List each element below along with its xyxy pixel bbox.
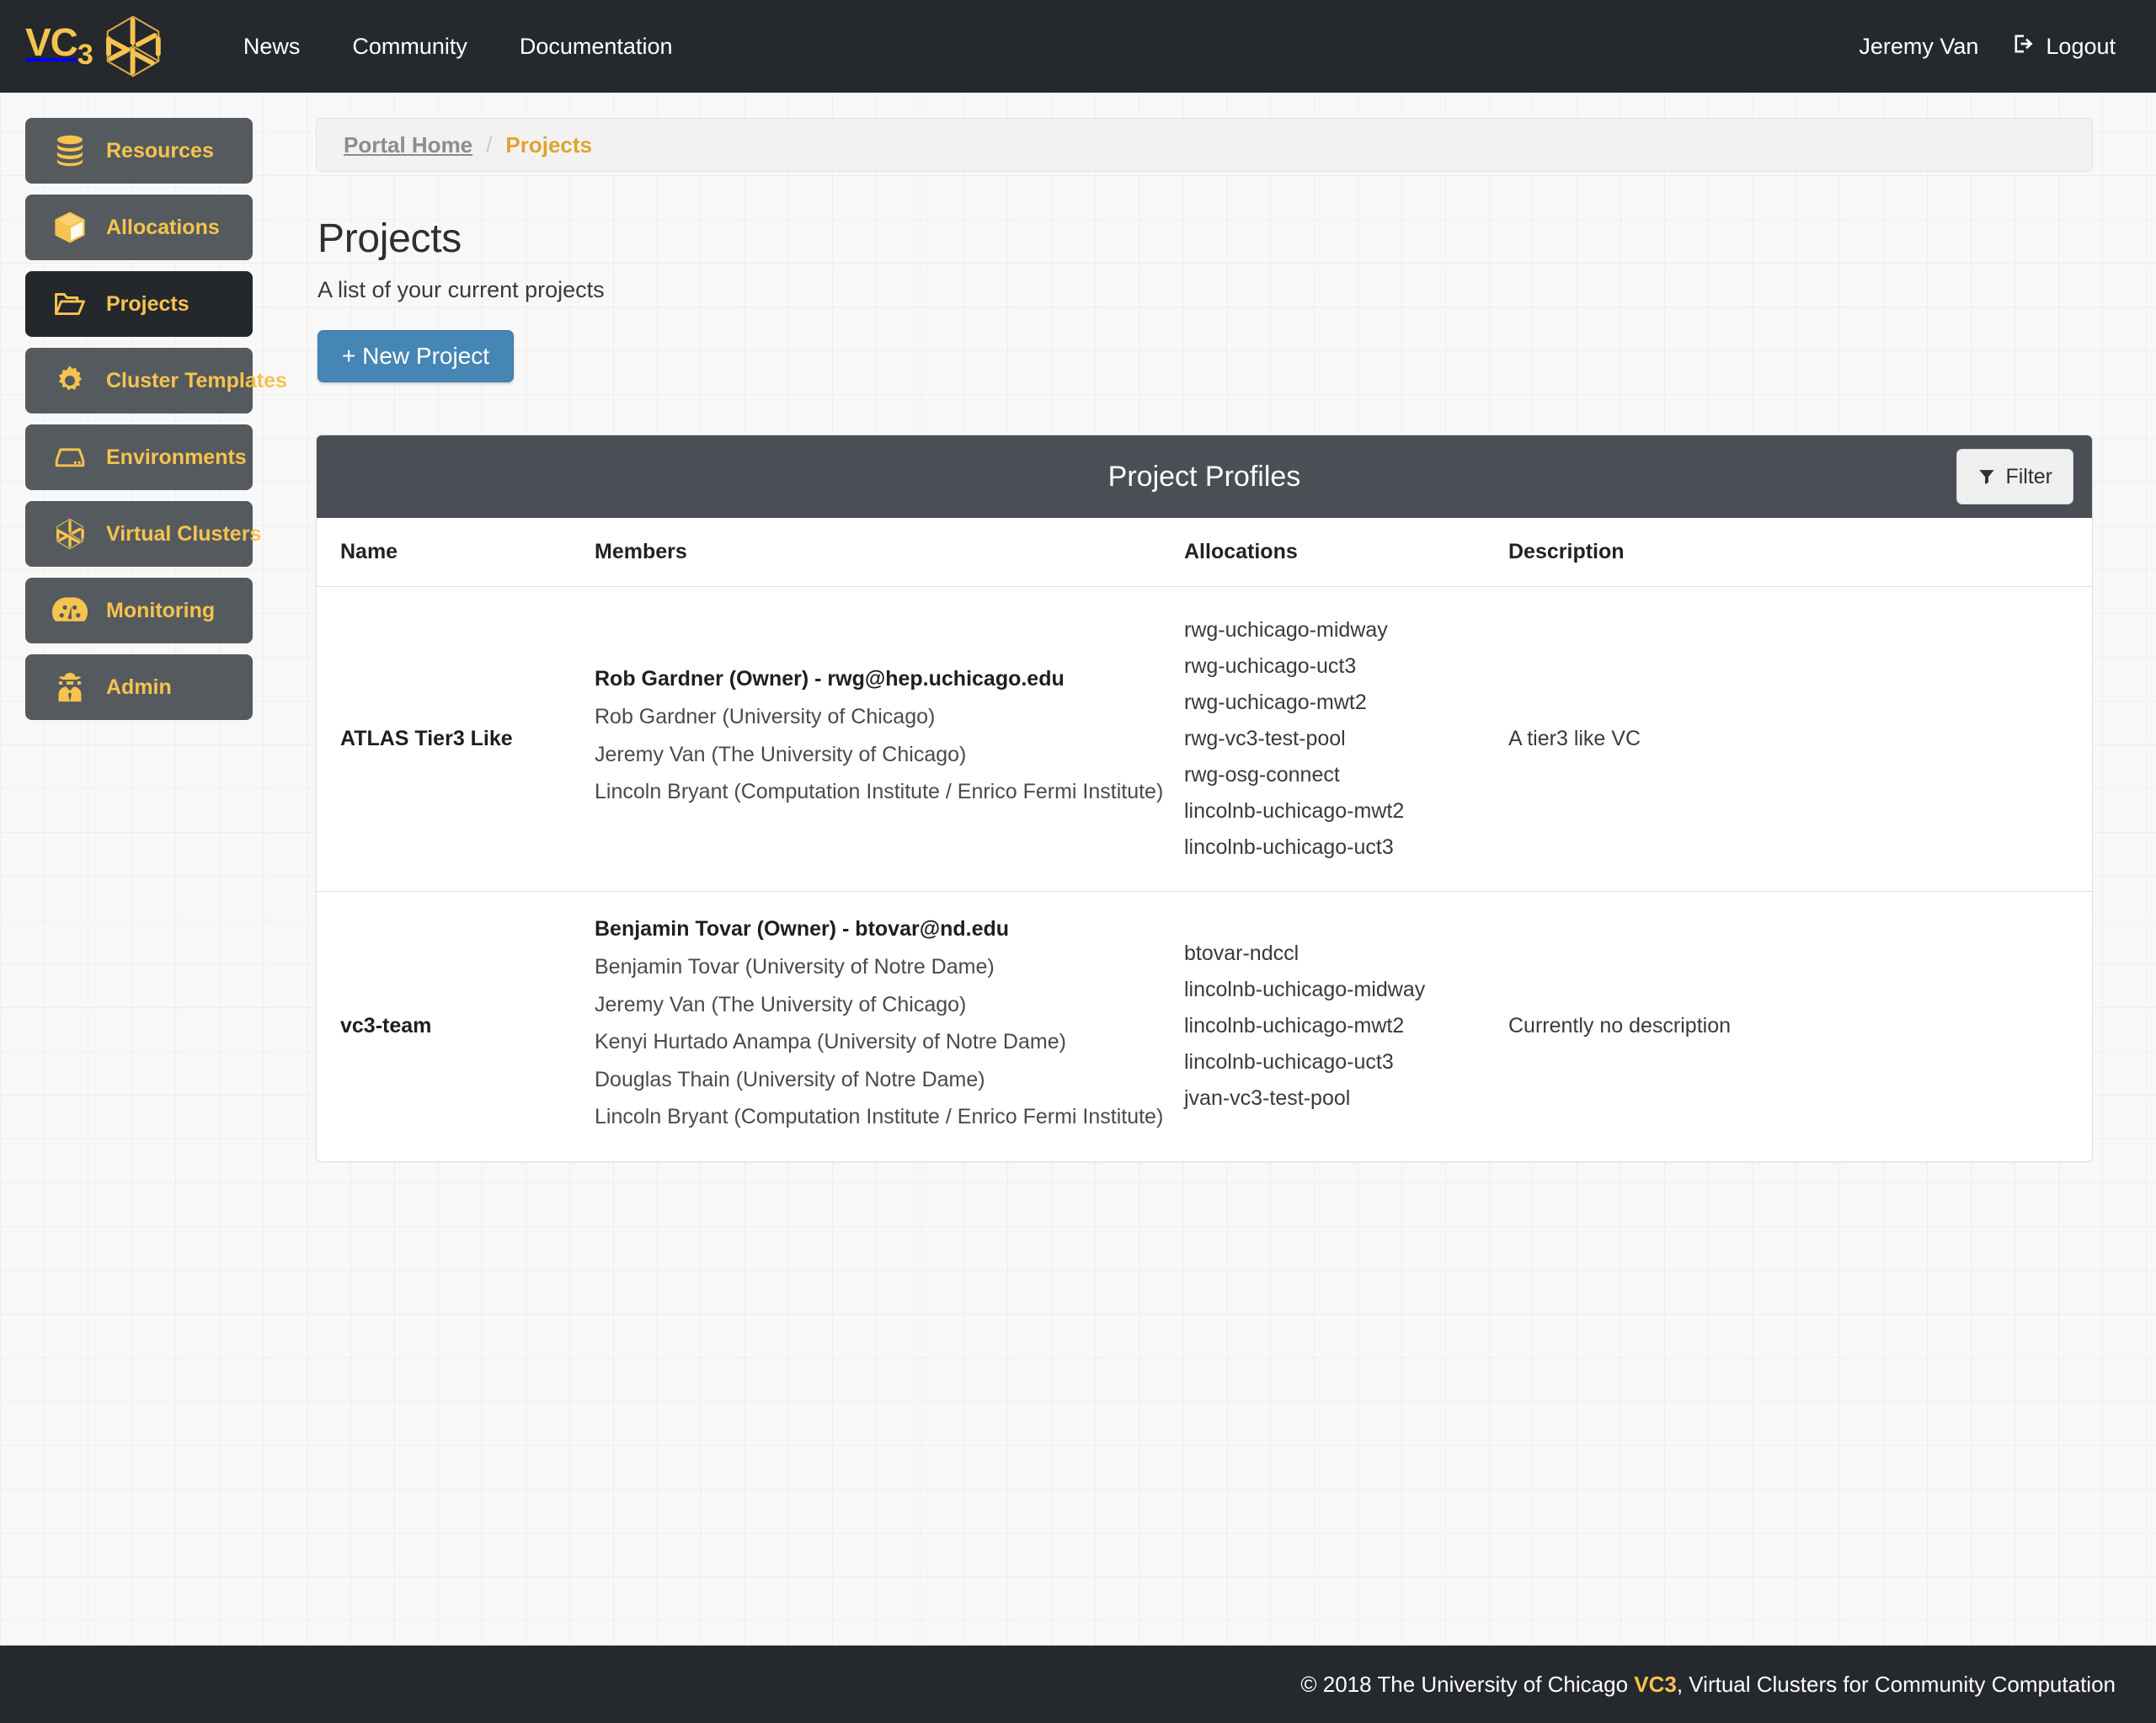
member-line: Jeremy Van (The University of Chicago) bbox=[595, 992, 967, 1016]
column-header-description: Description bbox=[1508, 518, 2092, 587]
allocation-line: lincolnb-uchicago-mwt2 bbox=[1184, 799, 1405, 823]
panel-header: Project Profiles Filter bbox=[317, 435, 2092, 518]
cube-icon bbox=[52, 210, 88, 245]
brand-wordmark: VC3 bbox=[25, 20, 93, 72]
top-navigation-links: News Community Documentation bbox=[217, 35, 699, 58]
vc3-hexagon-cube-logo-icon bbox=[98, 11, 168, 82]
gauge-icon bbox=[52, 593, 88, 628]
allocation-line: lincolnb-uchicago-midway bbox=[1184, 978, 1426, 1002]
sidebar-label-environments: Environments bbox=[106, 445, 247, 469]
table-row[interactable]: vc3-team Benjamin Tovar (Owner) - btovar… bbox=[317, 892, 2092, 1161]
hard-drive-icon bbox=[52, 440, 88, 475]
top-navigation-bar: VC3 News Community Documentation Jeremy … bbox=[0, 0, 2156, 93]
member-line: Lincoln Bryant (Computation Institute / … bbox=[595, 1105, 1164, 1128]
sidebar-label-admin: Admin bbox=[106, 675, 172, 699]
sidebar-item-projects[interactable]: Projects bbox=[25, 271, 253, 337]
sidebar-item-monitoring[interactable]: Monitoring bbox=[25, 578, 253, 643]
cell-allocations: btovar-ndccl lincolnb-uchicago-midway li… bbox=[1184, 892, 1508, 1161]
logout-label: Logout bbox=[2046, 33, 2116, 59]
allocation-line: rwg-uchicago-uct3 bbox=[1184, 654, 1357, 678]
sidebar-item-cluster-templates[interactable]: Cluster Templates bbox=[25, 348, 287, 413]
project-profiles-panel: Project Profiles Filter Name Members All… bbox=[316, 435, 2093, 1162]
gear-icon bbox=[52, 363, 88, 398]
breadcrumb-portal-home[interactable]: Portal Home bbox=[344, 132, 472, 158]
sidebar-label-monitoring: Monitoring bbox=[106, 598, 216, 622]
footer-suffix: , Virtual Clusters for Community Computa… bbox=[1676, 1671, 2116, 1697]
allocation-line: lincolnb-uchicago-uct3 bbox=[1184, 1050, 1394, 1075]
allocation-line: rwg-uchicago-mwt2 bbox=[1184, 691, 1367, 714]
sign-out-icon bbox=[2012, 32, 2036, 61]
cell-project-name: vc3-team bbox=[340, 1014, 432, 1038]
panel-title: Project Profiles bbox=[1107, 460, 1301, 493]
table-header-row: Name Members Allocations Description bbox=[317, 518, 2092, 587]
allocation-line: btovar-ndccl bbox=[1184, 942, 1299, 966]
sidebar-item-allocations[interactable]: Allocations bbox=[25, 195, 253, 260]
main-content: Portal Home / Projects Projects A list o… bbox=[253, 93, 2156, 1162]
user-secret-icon bbox=[52, 669, 88, 705]
sidebar-item-admin[interactable]: Admin bbox=[25, 654, 253, 720]
page-footer: © 2018 The University of Chicago VC3, Vi… bbox=[0, 1646, 2156, 1723]
page-subtitle: A list of your current projects bbox=[318, 277, 605, 302]
member-line: Jeremy Van (The University of Chicago) bbox=[595, 742, 967, 766]
member-line: Lincoln Bryant (Computation Institute / … bbox=[595, 780, 1164, 804]
sidebar-item-virtual-clusters[interactable]: Virtual Clusters bbox=[25, 501, 261, 567]
footer-brand: VC3 bbox=[1634, 1671, 1677, 1697]
allocation-line: rwg-uchicago-midway bbox=[1184, 618, 1388, 642]
new-project-button[interactable]: + New Project bbox=[318, 330, 515, 382]
filter-button[interactable]: Filter bbox=[1956, 449, 2073, 504]
table-body: ATLAS Tier3 Like Rob Gardner (Owner) - r… bbox=[317, 586, 2092, 1161]
footer-prefix: © 2018 The University of Chicago bbox=[1300, 1671, 1635, 1697]
cell-description: Currently no description bbox=[1508, 1014, 1732, 1038]
brand-wordmark-sub: 3 bbox=[77, 39, 93, 72]
project-profiles-table: Name Members Allocations Description ATL… bbox=[317, 518, 2092, 1161]
allocation-line: rwg-osg-connect bbox=[1184, 763, 1340, 787]
table-head: Name Members Allocations Description bbox=[317, 518, 2092, 587]
allocation-line: jvan-vc3-test-pool bbox=[1184, 1086, 1351, 1111]
member-owner: Benjamin Tovar (Owner) - btovar@nd.edu bbox=[595, 917, 1010, 941]
member-line: Rob Gardner (University of Chicago) bbox=[595, 705, 936, 729]
column-header-allocations: Allocations bbox=[1184, 518, 1508, 587]
logout-button[interactable]: Logout bbox=[2004, 32, 2116, 61]
breadcrumb: Portal Home / Projects bbox=[316, 118, 2093, 172]
brand-logo-link[interactable]: VC3 bbox=[25, 11, 168, 82]
hexagon-cube-icon bbox=[52, 516, 88, 552]
sidebar-label-virtual-clusters: Virtual Clusters bbox=[106, 521, 262, 546]
folder-open-icon bbox=[52, 286, 88, 322]
sidebar-label-resources: Resources bbox=[106, 138, 214, 163]
sidebar-navigation: Resources Allocations Projects Cluster T… bbox=[0, 93, 287, 731]
filter-label: Filter bbox=[2005, 464, 2052, 488]
cell-description: A tier3 like VC bbox=[1508, 586, 2092, 892]
top-navigation-right: Jeremy Van Logout bbox=[1833, 32, 2116, 61]
topnav-link-community[interactable]: Community bbox=[326, 35, 494, 58]
allocation-line: lincolnb-uchicago-mwt2 bbox=[1184, 1014, 1405, 1038]
page-title: Projects bbox=[318, 216, 462, 261]
sidebar-label-projects: Projects bbox=[106, 291, 189, 316]
column-header-members: Members bbox=[595, 518, 1184, 587]
database-icon bbox=[52, 133, 88, 168]
topnav-link-documentation[interactable]: Documentation bbox=[494, 35, 699, 58]
sidebar-item-environments[interactable]: Environments bbox=[25, 424, 253, 490]
cell-project-name: ATLAS Tier3 Like bbox=[317, 586, 595, 892]
member-line: Kenyi Hurtado Anampa (University of Notr… bbox=[595, 1030, 1066, 1054]
footer-copyright: © 2018 The University of Chicago VC3, Vi… bbox=[1300, 1672, 2116, 1698]
allocation-line: rwg-vc3-test-pool bbox=[1184, 727, 1346, 750]
member-line: Benjamin Tovar (University of Notre Dame… bbox=[595, 955, 995, 979]
cell-members: Benjamin Tovar (Owner) - btovar@nd.edu B… bbox=[595, 892, 1184, 1161]
sidebar-item-resources[interactable]: Resources bbox=[25, 118, 253, 184]
member-owner: Rob Gardner (Owner) - rwg@hep.uchicago.e… bbox=[595, 667, 1065, 691]
breadcrumb-separator: / bbox=[486, 131, 493, 157]
current-user-name: Jeremy Van bbox=[1859, 33, 1979, 59]
cell-members: Rob Gardner (Owner) - rwg@hep.uchicago.e… bbox=[595, 586, 1184, 892]
allocation-line: lincolnb-uchicago-uct3 bbox=[1184, 835, 1394, 859]
member-line: Douglas Thain (University of Notre Dame) bbox=[595, 1067, 985, 1091]
topnav-link-news[interactable]: News bbox=[217, 35, 327, 58]
table-row[interactable]: ATLAS Tier3 Like Rob Gardner (Owner) - r… bbox=[317, 586, 2092, 892]
cell-allocations: rwg-uchicago-midway rwg-uchicago-uct3 rw… bbox=[1184, 586, 1508, 892]
breadcrumb-current: Projects bbox=[505, 131, 592, 157]
sidebar-label-allocations: Allocations bbox=[106, 215, 220, 239]
filter-icon bbox=[1977, 467, 1996, 486]
column-header-name: Name bbox=[317, 518, 595, 587]
